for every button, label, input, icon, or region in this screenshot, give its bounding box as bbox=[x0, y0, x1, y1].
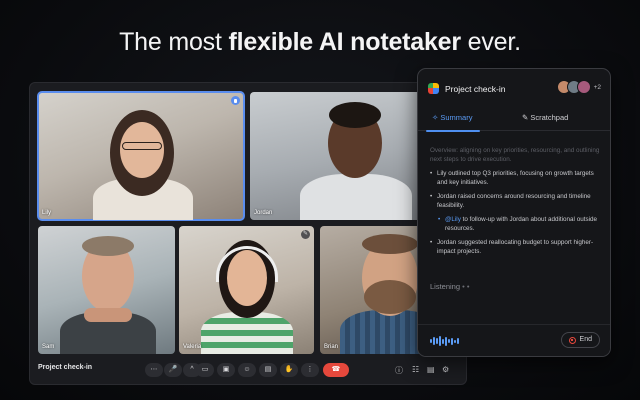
emoji-button[interactable]: ☺ bbox=[238, 363, 256, 377]
people-icon[interactable]: ☷ bbox=[412, 365, 419, 374]
meeting-window: Lily Jordan Sam ✎ Valeria Brian Project … bbox=[29, 82, 467, 385]
panel-tabs: ✧ Summary ✎ Scratchpad bbox=[418, 107, 610, 132]
participant-name: Brian bbox=[324, 344, 339, 350]
action-item: @Lily to follow-up with Jordan about add… bbox=[430, 215, 602, 233]
more-options-button[interactable]: ⋯ bbox=[145, 363, 163, 377]
raise-hand-button[interactable]: ✋ bbox=[280, 363, 298, 377]
tab-scratchpad-label: Scratchpad bbox=[530, 113, 569, 122]
video-tile-valeria[interactable]: ✎ Valeria bbox=[179, 226, 314, 354]
tab-summary[interactable]: ✧ Summary bbox=[425, 113, 482, 132]
headline: The most flexible AI notetaker ever. bbox=[0, 28, 640, 57]
tab-scratchpad[interactable]: ✎ Scratchpad bbox=[522, 113, 568, 122]
audio-waveform-icon bbox=[430, 336, 459, 346]
microphone-button[interactable]: 🎤 bbox=[164, 363, 182, 377]
video-tile-sam[interactable]: Sam bbox=[38, 226, 175, 354]
participant-name: Jordan bbox=[254, 210, 273, 216]
end-button[interactable]: End bbox=[560, 332, 600, 348]
activities-icon[interactable]: ⚙ bbox=[442, 365, 449, 374]
panel-footer: End bbox=[418, 324, 610, 356]
notetaker-panel: Project check-in +2 ✧ Summary ✎ Scratchp… bbox=[417, 68, 611, 357]
speaking-indicator-icon bbox=[231, 96, 240, 105]
headline-prefix: The most bbox=[119, 28, 229, 56]
clasped-hands bbox=[84, 308, 132, 322]
tab-summary-label: Summary bbox=[440, 113, 473, 122]
participant-name: Sam bbox=[42, 344, 55, 350]
listening-status: Listening • • bbox=[430, 282, 470, 291]
mic-muted-icon: ✎ bbox=[301, 230, 310, 239]
captions-button[interactable]: ▣ bbox=[217, 363, 235, 377]
camera-button[interactable]: ▭ bbox=[196, 363, 214, 377]
meeting-toolbar: Project check-in ⋯ 🎤 ^ ▭ ▣ ☺ ▤ ✋ ⋮ ☎ ⓘ ☷… bbox=[30, 356, 466, 384]
end-call-button[interactable]: ☎ bbox=[323, 363, 349, 377]
stop-icon bbox=[568, 336, 576, 344]
headline-bold: flexible AI notetaker bbox=[228, 28, 461, 56]
app-logo-icon bbox=[428, 83, 439, 94]
video-tile-lily[interactable]: Lily bbox=[37, 91, 245, 221]
faded-intro: Overview: aligning on key priorities, re… bbox=[430, 147, 600, 163]
action-item-text: to follow-up with Jordan about additiona… bbox=[445, 216, 598, 232]
more-participants-count: +2 bbox=[593, 83, 601, 91]
summary-notes: Overview: aligning on key priorities, re… bbox=[430, 146, 602, 261]
participant-name: Lily bbox=[42, 210, 52, 216]
avatar bbox=[576, 80, 591, 94]
panel-title: Project check-in bbox=[445, 83, 506, 94]
note-item: Lily outlined top Q3 priorities, focusin… bbox=[430, 169, 602, 187]
chat-icon[interactable]: ▤ bbox=[427, 365, 435, 374]
participant-name: Valeria bbox=[183, 344, 202, 350]
headphones-icon bbox=[216, 246, 278, 282]
info-icon[interactable]: ⓘ bbox=[395, 365, 403, 376]
mention-link[interactable]: @Lily bbox=[445, 216, 461, 223]
note-item: Jordan raised concerns around resourcing… bbox=[430, 192, 602, 210]
end-button-label: End bbox=[579, 336, 592, 343]
kebab-menu-button[interactable]: ⋮ bbox=[301, 363, 319, 377]
participant-avatars[interactable]: +2 bbox=[556, 80, 601, 94]
headline-suffix: ever. bbox=[460, 28, 521, 56]
meeting-title: Project check-in bbox=[38, 364, 93, 371]
note-item: Jordan suggested reallocating budget to … bbox=[430, 238, 602, 256]
listening-label: Listening bbox=[430, 282, 461, 291]
present-button[interactable]: ▤ bbox=[259, 363, 277, 377]
glasses bbox=[122, 142, 162, 150]
